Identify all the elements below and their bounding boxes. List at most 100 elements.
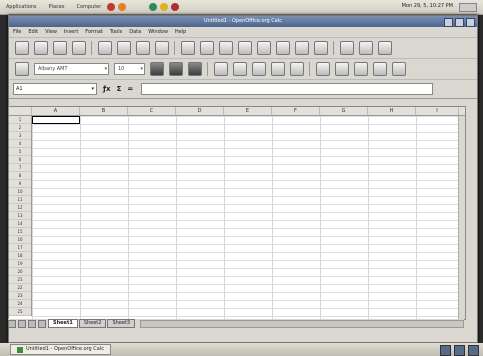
font-size-select[interactable]: 10 ▾ (114, 63, 145, 75)
column-header[interactable]: D (176, 107, 224, 115)
menu-format[interactable]: Format (85, 29, 103, 35)
menu-view[interactable]: View (45, 29, 57, 35)
network-icon[interactable] (149, 3, 158, 11)
align-center-icon[interactable] (233, 62, 247, 76)
font-name-select[interactable]: Albany AMT ▾ (34, 63, 109, 75)
sheet-tab-3[interactable]: Sheet3 (107, 319, 136, 328)
new-document-icon[interactable] (15, 41, 29, 55)
row-header[interactable]: 11 (9, 196, 31, 204)
maximize-button[interactable] (455, 18, 464, 27)
sheet-tab-2[interactable]: Sheet2 (78, 319, 107, 328)
menu-file[interactable]: File (13, 29, 21, 35)
next-sheet-nav-icon[interactable] (28, 319, 36, 328)
column-header[interactable]: F (272, 107, 320, 115)
bold-icon[interactable] (150, 62, 164, 76)
hyperlink-icon[interactable] (340, 41, 354, 55)
indent-icon[interactable] (392, 62, 406, 76)
menu-help[interactable]: Help (175, 29, 186, 35)
formula-input[interactable] (141, 83, 434, 95)
title-bar[interactable]: Untitled1 - OpenOffice.org Calc (9, 16, 477, 27)
cut-icon[interactable] (219, 41, 233, 55)
browser-icon[interactable] (118, 3, 127, 11)
battery-icon[interactable] (459, 3, 477, 12)
print-preview-icon[interactable] (155, 41, 169, 55)
italic-icon[interactable] (169, 62, 183, 76)
row-header[interactable]: 7 (9, 164, 31, 172)
row-header[interactable]: 14 (9, 220, 31, 228)
autospellcheck-icon[interactable] (200, 41, 214, 55)
row-header[interactable]: 24 (9, 300, 31, 308)
spreadsheet-grid[interactable]: A B C D E F G H I 1 2 3 4 5 6 7 8 9 10 1… (8, 106, 466, 320)
menu-window[interactable]: Window (148, 29, 168, 35)
horizontal-scrollbar[interactable] (140, 319, 464, 328)
applications-menu[interactable]: Applications (6, 4, 37, 10)
merge-cells-icon[interactable] (290, 62, 304, 76)
row-header[interactable]: 17 (9, 244, 31, 252)
prev-sheet-nav-icon[interactable] (18, 319, 26, 328)
row-header[interactable]: 25 (9, 308, 31, 316)
format-paintbrush-icon[interactable] (276, 41, 290, 55)
cell-area[interactable] (32, 116, 465, 319)
save-icon[interactable] (53, 41, 67, 55)
row-header[interactable]: 12 (9, 204, 31, 212)
row-header[interactable]: 8 (9, 172, 31, 180)
menu-edit[interactable]: Edit (28, 29, 38, 35)
menu-insert[interactable]: Insert (64, 29, 78, 35)
row-header[interactable]: 21 (9, 276, 31, 284)
row-header[interactable]: 2 (9, 124, 31, 132)
row-header[interactable]: 15 (9, 228, 31, 236)
export-pdf-icon[interactable] (117, 41, 131, 55)
copy-icon[interactable] (238, 41, 252, 55)
currency-icon[interactable] (316, 62, 330, 76)
select-all-corner[interactable] (9, 107, 32, 115)
column-header[interactable]: A (32, 107, 80, 115)
launcher-icon[interactable] (107, 3, 116, 11)
row-header[interactable]: 23 (9, 292, 31, 300)
row-header[interactable]: 5 (9, 148, 31, 156)
edit-file-icon[interactable] (98, 41, 112, 55)
computer-menu[interactable]: Computer (76, 4, 101, 10)
name-box[interactable]: A1 ▾ (13, 83, 97, 95)
taskbar-button[interactable]: Untitled1 - OpenOffice.org Calc (10, 344, 111, 355)
paste-icon[interactable] (257, 41, 271, 55)
styles-icon[interactable] (15, 62, 29, 76)
align-right-icon[interactable] (252, 62, 266, 76)
sort-descending-icon[interactable] (378, 41, 392, 55)
row-header[interactable]: 4 (9, 140, 31, 148)
row-header[interactable]: 18 (9, 252, 31, 260)
sum-button[interactable]: Σ (117, 85, 122, 93)
sort-ascending-icon[interactable] (359, 41, 373, 55)
row-header[interactable]: 16 (9, 236, 31, 244)
column-header[interactable]: G (320, 107, 368, 115)
email-document-icon[interactable] (72, 41, 86, 55)
vertical-scrollbar[interactable] (458, 116, 465, 319)
workspace-icon[interactable] (454, 345, 465, 356)
column-header[interactable]: E (224, 107, 272, 115)
last-sheet-nav-icon[interactable] (38, 319, 46, 328)
close-button[interactable] (466, 18, 475, 27)
row-header[interactable]: 20 (9, 268, 31, 276)
column-header[interactable]: I (416, 107, 459, 115)
row-header[interactable]: 13 (9, 212, 31, 220)
row-header[interactable]: 22 (9, 284, 31, 292)
function-button[interactable]: = (127, 85, 133, 93)
undo-icon[interactable] (295, 41, 309, 55)
help-icon[interactable] (171, 3, 180, 11)
justify-icon[interactable] (271, 62, 285, 76)
clock[interactable]: Mon 29, 5, 10:27 PM (402, 3, 453, 9)
active-cell[interactable] (32, 116, 80, 124)
column-header[interactable]: H (368, 107, 416, 115)
row-header[interactable]: 9 (9, 180, 31, 188)
add-decimal-icon[interactable] (354, 62, 368, 76)
first-sheet-nav-icon[interactable] (8, 319, 16, 328)
row-header[interactable]: 1 (9, 116, 31, 124)
row-header[interactable]: 19 (9, 260, 31, 268)
workspace-icon[interactable] (440, 345, 451, 356)
underline-icon[interactable] (188, 62, 202, 76)
minimize-button[interactable] (444, 18, 453, 27)
row-header[interactable]: 3 (9, 132, 31, 140)
workspace-icon[interactable] (468, 345, 479, 356)
print-icon[interactable] (136, 41, 150, 55)
delete-decimal-icon[interactable] (373, 62, 387, 76)
sheet-tab-1[interactable]: Sheet1 (48, 319, 78, 328)
